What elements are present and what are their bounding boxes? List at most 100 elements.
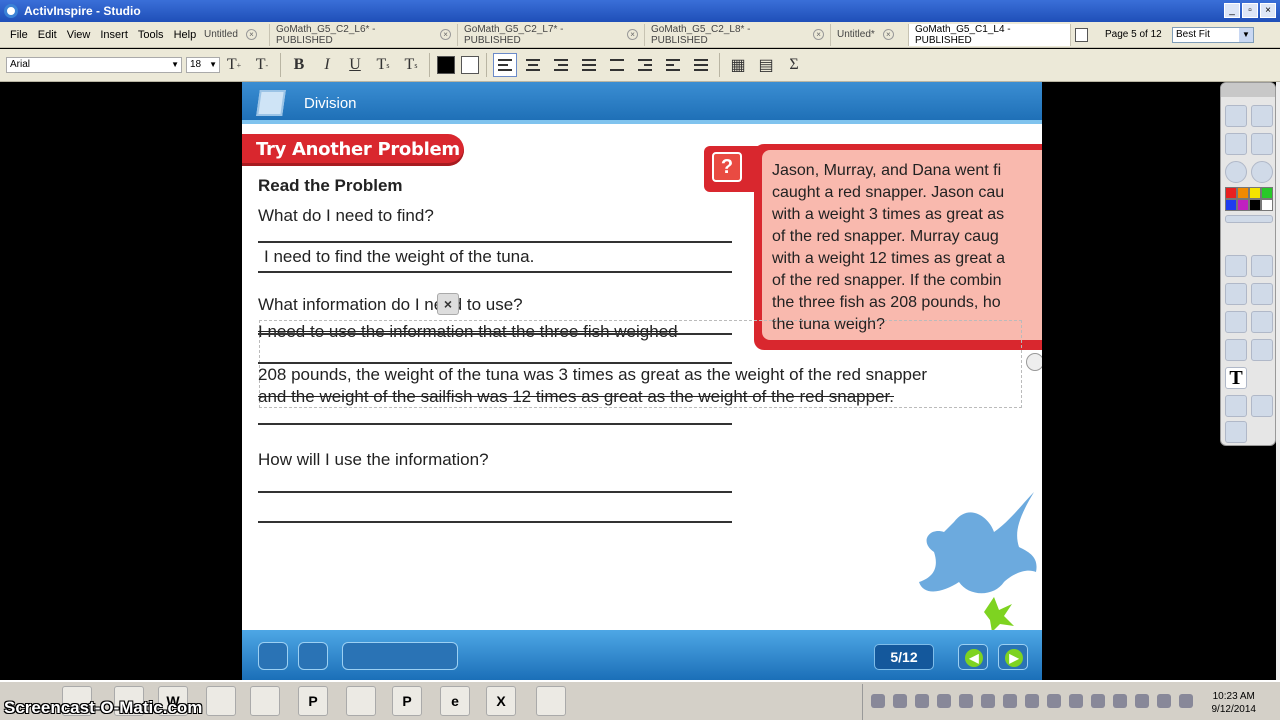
tab-untitled[interactable]: Untitled × [198,23,270,46]
toolbox-handle[interactable] [1221,83,1275,97]
insert-table-icon[interactable]: ▦ [726,53,750,77]
clock[interactable]: 10:23 AM 9/12/2014 [1212,690,1257,716]
undo-icon[interactable] [1251,395,1273,417]
superscript-icon[interactable]: Ts [371,53,395,77]
vertical-scrollbar[interactable] [1276,82,1280,680]
desktop-icon[interactable] [346,686,376,716]
bold-icon[interactable]: B [287,53,311,77]
align-center-icon[interactable] [521,53,545,77]
tray-app-icon[interactable] [981,694,995,708]
color-yellow[interactable] [1249,187,1261,199]
outdent-icon[interactable] [661,53,685,77]
globe-icon[interactable] [1251,161,1273,183]
powerpoint-icon[interactable]: P [392,686,422,716]
connector-icon[interactable] [1225,339,1247,361]
next-page-button[interactable]: ▶ [998,644,1028,670]
tray-app-icon[interactable] [871,694,885,708]
highlight-color-swatch[interactable] [461,56,479,74]
tab-gomath-c2-l6[interactable]: GoMath_G5_C2_L6* - PUBLISHED × [270,23,458,46]
bluetooth-icon[interactable] [937,694,951,708]
eraser-icon[interactable] [1225,311,1247,333]
answer-2-line-2[interactable]: 208 pounds, the weight of the tuna was 3… [258,365,927,385]
answer-2-line-3[interactable]: and the weight of the sailfish was 12 ti… [258,387,894,407]
pen-width-slider[interactable] [1225,215,1273,223]
select-icon[interactable] [1225,255,1247,277]
resize-handle[interactable] [1026,353,1042,371]
publisher-icon[interactable]: P [298,686,328,716]
color-green[interactable] [1261,187,1273,199]
subscript-icon[interactable]: Ts [399,53,423,77]
layout-icon[interactable] [1251,105,1273,127]
tab-gomath-c2-l8[interactable]: GoMath_G5_C2_L8* - PUBLISHED × [645,23,831,46]
color-orange[interactable] [1237,187,1249,199]
line-spacing-icon[interactable] [577,53,601,77]
select-all-icon[interactable]: ▤ [754,53,778,77]
paint-icon[interactable] [206,686,236,716]
italic-icon[interactable]: I [315,53,339,77]
close-tab-icon[interactable]: × [882,29,894,40]
font-size-select[interactable]: 18 ▼ [186,57,220,73]
previous-page-icon[interactable] [1225,133,1247,155]
tab-gomath-c2-l7[interactable]: GoMath_G5_C2_L7* - PUBLISHED × [458,23,645,46]
scissors-icon[interactable] [1251,255,1273,277]
color-red[interactable] [1225,187,1237,199]
tools-group[interactable] [342,642,458,670]
browser-icon[interactable] [1225,105,1247,127]
answer-1[interactable]: I need to find the weight of the tuna. [264,247,534,267]
color-blue[interactable] [1225,199,1237,211]
color-black[interactable] [1249,199,1261,211]
tray-app-icon[interactable] [1069,694,1083,708]
zoom-select[interactable]: Best Fit ▼ [1172,27,1254,43]
equation-icon[interactable]: Σ [782,53,806,77]
fill-icon[interactable] [1251,311,1273,333]
speaker-icon[interactable] [1157,694,1171,708]
paragraph-spacing-icon[interactable] [605,53,629,77]
text-tool-icon[interactable]: T [1225,367,1247,389]
pen-icon[interactable] [1225,283,1247,305]
tray-app-icon[interactable] [1025,694,1039,708]
close-window-button[interactable]: × [1260,3,1276,18]
close-textbox-icon[interactable]: × [437,293,459,315]
underline-icon[interactable]: U [343,53,367,77]
tray-app-icon[interactable] [893,694,907,708]
tab-gomath-c1-l4[interactable]: GoMath_G5_C1_L4 - PUBLISHED [909,23,1071,46]
color-magenta[interactable] [1237,199,1249,211]
menu-tools[interactable]: Tools [138,29,164,41]
close-tab-icon[interactable]: × [627,29,638,40]
close-tab-icon[interactable]: × [813,29,824,40]
menu-view[interactable]: View [67,29,91,41]
page-sorter-icon[interactable] [1075,28,1088,42]
align-left-icon[interactable] [493,53,517,77]
excel-icon[interactable]: X [486,686,516,716]
tab-untitled-2[interactable]: Untitled* × [831,23,909,46]
people-button[interactable] [298,642,328,670]
tray-app-icon[interactable] [915,694,929,708]
menu-help[interactable]: Help [174,29,197,41]
menu-insert[interactable]: Insert [100,29,128,41]
chevron-down-icon[interactable]: ▼ [1239,28,1253,42]
snipping-icon[interactable] [536,686,566,716]
home-button[interactable] [258,642,288,670]
clear-icon[interactable] [1225,395,1247,417]
highlighter-icon[interactable] [1251,283,1273,305]
font-family-select[interactable]: Arial ▼ [6,57,182,73]
decrease-font-icon[interactable]: T- [250,53,274,77]
shape-icon[interactable] [1251,339,1273,361]
menu-file[interactable]: File [10,29,28,41]
answer-2-line-1[interactable]: I need to use the information that the t… [258,322,678,342]
align-right-icon[interactable] [549,53,573,77]
record-icon[interactable] [1225,161,1247,183]
bullets-icon[interactable] [689,53,713,77]
text-color-swatch[interactable] [437,56,455,74]
flipchart-page[interactable]: Division Try Another Problem Jason, Murr… [242,82,1042,680]
close-tab-icon[interactable]: × [440,29,451,40]
next-page-icon[interactable] [1251,133,1273,155]
tray-app-icon[interactable] [959,694,973,708]
close-tab-icon[interactable]: × [245,29,257,40]
color-white[interactable] [1261,199,1273,211]
tray-app-icon[interactable] [1003,694,1017,708]
minimize-button[interactable]: _ [1224,3,1240,18]
tray-app-icon[interactable] [1135,694,1149,708]
indent-icon[interactable] [633,53,657,77]
network-icon[interactable] [1179,694,1193,708]
